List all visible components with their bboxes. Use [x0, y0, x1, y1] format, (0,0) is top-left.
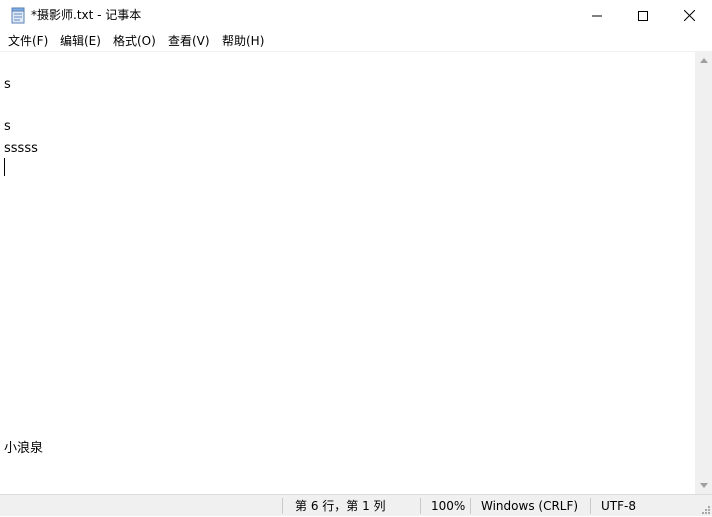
status-encoding: UTF-8	[601, 499, 636, 513]
text-editor[interactable]: s s sssss 小浪泉	[0, 52, 695, 494]
status-divider	[282, 498, 283, 514]
maximize-icon	[638, 10, 648, 21]
menu-edit[interactable]: 编辑(E)	[60, 31, 101, 51]
status-bar: 第 6 行，第 1 列 100% Windows (CRLF) UTF-8	[0, 494, 712, 516]
close-button[interactable]	[666, 0, 712, 31]
resize-grip-icon[interactable]	[700, 504, 710, 514]
menu-file[interactable]: 文件(F)	[8, 31, 48, 51]
text-caret	[4, 158, 5, 176]
menu-format[interactable]: 格式(O)	[113, 31, 156, 51]
editor-line: s	[4, 77, 11, 92]
menu-bar: 文件(F) 编辑(E) 格式(O) 查看(V) 帮助(H)	[0, 31, 712, 51]
scroll-up-button[interactable]	[695, 52, 712, 69]
status-cursor-position: 第 6 行，第 1 列	[295, 499, 386, 513]
scroll-down-button[interactable]	[695, 477, 712, 494]
status-divider	[590, 498, 591, 514]
status-line-ending: Windows (CRLF)	[481, 499, 579, 513]
menu-help[interactable]: 帮助(H)	[222, 31, 264, 51]
chevron-down-icon	[699, 483, 708, 488]
close-icon	[683, 10, 695, 21]
menu-view[interactable]: 查看(V)	[168, 31, 210, 51]
maximize-button[interactable]	[620, 0, 666, 31]
status-divider	[420, 498, 421, 514]
editor-line: sssss	[4, 141, 38, 156]
minimize-button[interactable]	[574, 0, 620, 31]
window-title: *摄影师.txt - 记事本	[31, 8, 142, 22]
chevron-up-icon	[699, 58, 708, 63]
notepad-icon	[10, 7, 26, 24]
editor-line: 小浪泉	[4, 441, 44, 456]
editor-line: s	[4, 119, 11, 134]
status-divider	[470, 498, 471, 514]
title-bar[interactable]: *摄影师.txt - 记事本	[0, 0, 712, 31]
minimize-icon	[592, 15, 602, 16]
vertical-scrollbar[interactable]	[695, 52, 712, 494]
status-zoom: 100%	[431, 499, 466, 513]
